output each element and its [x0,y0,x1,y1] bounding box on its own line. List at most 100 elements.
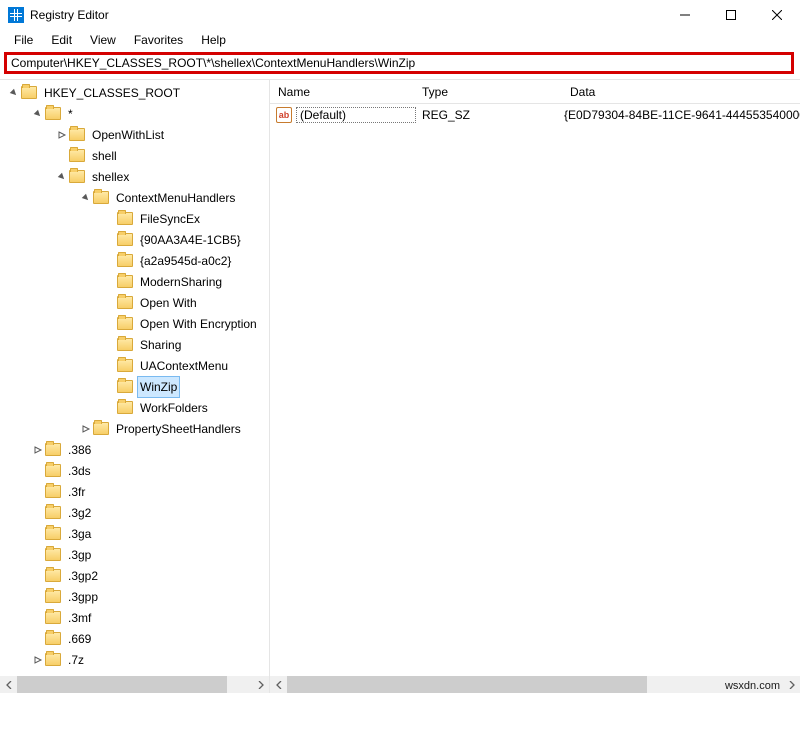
tree-leaf[interactable]: Sharing [0,334,269,355]
folder-icon [117,275,133,288]
tree-leaf[interactable]: UAContextMenu [0,355,269,376]
tree-label: shellex [89,167,132,187]
tree-label: Sharing [137,335,184,355]
folder-icon [45,548,61,561]
tree-leaf[interactable]: FileSyncEx [0,208,269,229]
folder-icon [69,128,85,141]
expand-icon[interactable] [30,109,45,119]
tree-node-propsheet[interactable]: PropertySheetHandlers [0,418,269,439]
expand-icon[interactable] [54,172,69,182]
scroll-left-icon[interactable] [0,676,17,693]
folder-icon [93,422,109,435]
window-controls [662,0,800,30]
folder-icon [45,443,61,456]
tree-leaf[interactable]: {a2a9545d-a0c2} [0,250,269,271]
tree-node-shellex[interactable]: shellex [0,166,269,187]
minimize-button[interactable] [662,0,708,30]
menubar: File Edit View Favorites Help [0,30,800,50]
tree-label: .3g2 [65,503,94,523]
window-title: Registry Editor [30,8,109,22]
expand-icon[interactable] [30,445,45,455]
list-horizontal-scrollbar[interactable] [270,676,800,693]
scroll-right-icon[interactable] [252,676,269,693]
scroll-track[interactable] [287,676,783,693]
scroll-right-icon[interactable] [783,676,800,693]
close-button[interactable] [754,0,800,30]
tree-leaf[interactable]: Open With [0,292,269,313]
tree-node[interactable]: .3ds [0,460,269,481]
tree-node[interactable]: .3fr [0,481,269,502]
tree-node-openwithlist[interactable]: OpenWithList [0,124,269,145]
tree-label: {90AA3A4E-1CB5} [137,230,244,250]
tree-leaf[interactable]: Open With Encryption [0,313,269,334]
tree-node[interactable]: .3gp2 [0,565,269,586]
folder-icon [117,212,133,225]
tree-node[interactable]: .3ga [0,523,269,544]
address-input[interactable]: Computer\HKEY_CLASSES_ROOT\*\shellex\Con… [4,52,794,74]
folder-icon [45,464,61,477]
menu-view[interactable]: View [82,32,124,48]
tree-leaf[interactable]: WorkFolders [0,397,269,418]
expand-icon[interactable] [78,193,93,203]
tree-label: Open With Encryption [137,314,260,334]
registry-tree[interactable]: HKEY_CLASSES_ROOT * OpenWithList shell [0,80,269,672]
list-row[interactable]: ab (Default) REG_SZ {E0D79304-84BE-11CE-… [270,104,800,126]
folder-icon [117,401,133,414]
tree-node[interactable]: .7z [0,649,269,670]
expand-icon[interactable] [6,88,21,98]
column-header-data[interactable]: Data [562,85,800,99]
tree-node-star[interactable]: * [0,103,269,124]
menu-favorites[interactable]: Favorites [126,32,191,48]
folder-icon [117,359,133,372]
tree-pane: HKEY_CLASSES_ROOT * OpenWithList shell [0,80,270,693]
tree-node[interactable]: .3gp [0,544,269,565]
menu-file[interactable]: File [6,32,41,48]
expand-icon[interactable] [78,424,93,434]
folder-icon [45,590,61,603]
scroll-track[interactable] [17,676,252,693]
folder-icon [21,86,37,99]
expand-icon[interactable] [30,655,45,665]
regedit-icon [8,7,24,23]
tree-label: UAContextMenu [137,356,231,376]
tree-node[interactable]: .3gpp [0,586,269,607]
scroll-thumb[interactable] [17,676,227,693]
tree-label: .3gp [65,545,94,565]
folder-icon [69,170,85,183]
address-text: Computer\HKEY_CLASSES_ROOT\*\shellex\Con… [11,56,415,70]
watermark: wsxdn.com [725,680,780,692]
folder-icon [45,506,61,519]
maximize-button[interactable] [708,0,754,30]
tree-node-cmh[interactable]: ContextMenuHandlers [0,187,269,208]
value-type: REG_SZ [416,108,564,122]
tree-label: shell [89,146,120,166]
tree-node[interactable]: .3mf [0,607,269,628]
tree-label: Open With [137,293,200,313]
column-header-name[interactable]: Name [270,85,414,99]
tree-node-hkcr[interactable]: HKEY_CLASSES_ROOT [0,82,269,103]
tree-node[interactable]: .3g2 [0,502,269,523]
tree-label-selected: WinZip [137,376,180,398]
expand-icon[interactable] [54,130,69,140]
tree-leaf[interactable]: {90AA3A4E-1CB5} [0,229,269,250]
menu-edit[interactable]: Edit [43,32,80,48]
tree-node[interactable]: .386 [0,439,269,460]
scroll-thumb[interactable] [287,676,647,693]
tree-label: {a2a9545d-a0c2} [137,251,234,271]
tree-label: * [65,104,76,124]
menu-help[interactable]: Help [193,32,234,48]
scroll-left-icon[interactable] [270,676,287,693]
tree-label: .3mf [65,608,94,628]
tree-node-winzip[interactable]: WinZip [0,376,269,397]
tree-node-shell[interactable]: shell [0,145,269,166]
tree-leaf[interactable]: ModernSharing [0,271,269,292]
column-header-type[interactable]: Type [414,85,562,99]
tree-label: .386 [65,440,94,460]
folder-icon [45,107,61,120]
folder-icon [117,296,133,309]
tree-horizontal-scrollbar[interactable] [0,676,269,693]
folder-icon [45,611,61,624]
tree-node[interactable]: .669 [0,628,269,649]
folder-icon [45,527,61,540]
folder-icon [93,191,109,204]
